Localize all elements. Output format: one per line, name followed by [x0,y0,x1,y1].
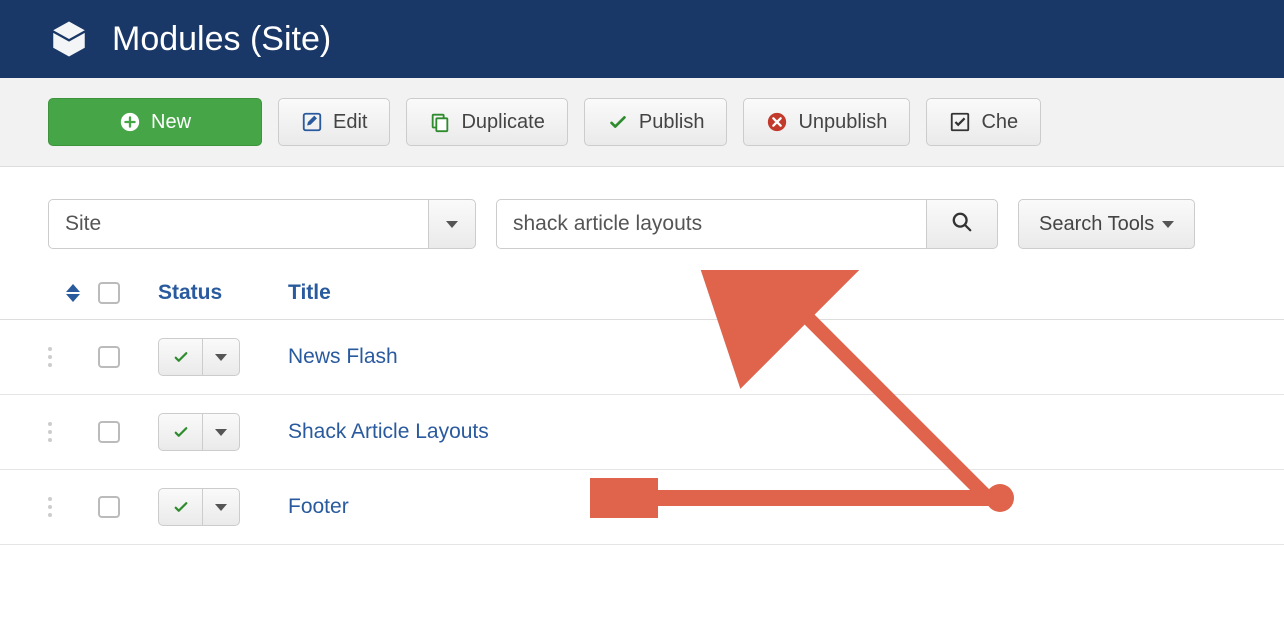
unpublish-button-label: Unpublish [798,111,887,134]
search-tools-label: Search Tools [1039,213,1154,236]
page-title: Modules (Site) [112,20,331,59]
table-row: Footer [0,470,1284,545]
publish-button-label: Publish [639,111,705,134]
publish-button[interactable]: Publish [584,98,728,146]
client-select-value: Site [48,199,428,249]
title-column-header[interactable]: Title [288,281,1236,305]
search-button[interactable] [926,199,998,249]
checkin-button-label: Che [981,111,1018,134]
table-row: News Flash [0,320,1284,395]
copy-icon [429,111,451,133]
search-icon [951,211,973,238]
row-checkbox[interactable] [98,421,120,443]
check-icon [607,111,629,133]
status-column-header[interactable]: Status [158,281,288,305]
edit-button-label: Edit [333,111,367,134]
module-title-link[interactable]: News Flash [288,345,398,368]
status-toggle[interactable] [158,413,240,451]
checkbox-icon [949,111,971,133]
status-toggle[interactable] [158,338,240,376]
client-select-caret[interactable] [428,199,476,249]
x-circle-icon [766,111,788,133]
filter-bar: Site Search Tools [0,167,1284,267]
new-button[interactable]: New [48,98,262,146]
table-header: Status Title [0,267,1284,320]
duplicate-button[interactable]: Duplicate [406,98,567,146]
select-all-checkbox[interactable] [98,282,120,304]
module-title-link[interactable]: Footer [288,495,349,518]
checkin-button[interactable]: Che [926,98,1041,146]
plus-circle-icon [119,111,141,133]
row-checkbox[interactable] [98,496,120,518]
search-group [496,199,998,249]
page-header: Modules (Site) [0,0,1284,78]
caret-down-icon [1162,221,1174,228]
client-select[interactable]: Site [48,199,476,249]
pencil-square-icon [301,111,323,133]
search-tools-button[interactable]: Search Tools [1018,199,1195,249]
ordering-column[interactable] [48,284,98,302]
toolbar: New Edit Duplicate Publish Unpublish Che [0,78,1284,167]
cube-icon [48,18,90,60]
drag-handle[interactable] [48,347,98,367]
drag-handle[interactable] [48,422,98,442]
duplicate-button-label: Duplicate [461,111,544,134]
row-checkbox[interactable] [98,346,120,368]
drag-handle[interactable] [48,497,98,517]
unpublish-button[interactable]: Unpublish [743,98,910,146]
select-all-column [98,282,158,304]
status-toggle[interactable] [158,488,240,526]
search-input[interactable] [496,199,926,249]
new-button-label: New [151,111,191,134]
edit-button[interactable]: Edit [278,98,390,146]
modules-table: Status Title News Flash Shack Article La… [0,267,1284,545]
module-title-link[interactable]: Shack Article Layouts [288,420,489,443]
table-row: Shack Article Layouts [0,395,1284,470]
caret-down-icon [446,221,458,228]
